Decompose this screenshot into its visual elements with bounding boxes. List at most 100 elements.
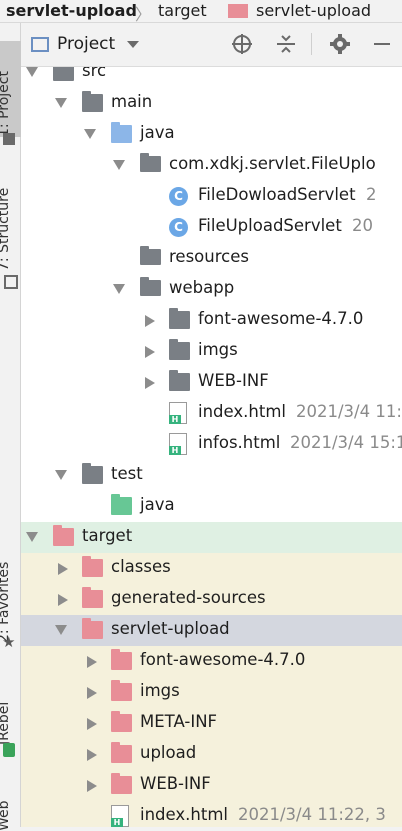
tree-row-label: webapp <box>169 278 235 297</box>
toolbar-divider <box>311 33 312 55</box>
tree-row[interactable]: servlet-upload <box>21 615 402 646</box>
project-tree: src main java com.xdkj.servlet.FileUplo C Fil… <box>21 67 402 827</box>
view-selector[interactable]: Project <box>31 31 171 57</box>
tree-row[interactable]: webapp <box>21 274 402 305</box>
project-view-icon <box>31 36 49 52</box>
collapsed-arrow-icon[interactable] <box>145 315 155 327</box>
class-icon: C <box>169 218 188 237</box>
collapse-all-button[interactable] <box>273 31 299 57</box>
tab-web[interactable]: Web <box>0 791 12 831</box>
breadcrumb-servlet-upload[interactable]: servlet-upload <box>256 1 371 20</box>
tool-window-strip: 1: Project 7: Structure 2: Favorites ★ J… <box>0 23 22 831</box>
html-file-icon: H <box>169 402 187 424</box>
tree-row-label: servlet-upload <box>111 619 230 638</box>
tree-row[interactable]: src <box>21 67 402 88</box>
tree-row[interactable]: WEB-INF <box>21 367 402 398</box>
star-icon: ★ <box>2 633 16 651</box>
tree-row[interactable]: Hinfos.html 2021/3/4 15:1 <box>21 429 402 460</box>
breadcrumb-project[interactable]: servlet-upload <box>6 1 137 20</box>
tree-row-label: src <box>82 67 107 80</box>
tree-row-label: test <box>111 464 143 483</box>
tree-row-label: java <box>140 495 175 514</box>
collapsed-arrow-icon[interactable] <box>145 377 155 389</box>
folder-pink-icon <box>111 680 132 701</box>
folder-pink-icon <box>111 711 132 732</box>
gear-icon <box>330 34 350 54</box>
expanded-arrow-icon[interactable] <box>55 470 67 480</box>
project-toolbar: Project <box>21 23 402 67</box>
tree-row[interactable]: com.xdkj.servlet.FileUplo <box>21 150 402 181</box>
tree-row[interactable]: imgs <box>21 336 402 367</box>
tab-structure[interactable]: 7: Structure <box>0 171 12 271</box>
tree-row[interactable]: target <box>21 522 402 553</box>
expanded-arrow-icon[interactable] <box>113 284 125 294</box>
tree-row-label: FileDowloadServlet <box>198 185 356 204</box>
tree-row-label: META-INF <box>140 712 218 731</box>
tree-row[interactable]: generated-sources <box>21 584 402 615</box>
folder-gray-icon <box>169 308 190 329</box>
tree-row-label: generated-sources <box>111 588 266 607</box>
tree-row-label: infos.html <box>198 433 281 452</box>
folder-blue-icon <box>111 122 132 143</box>
tree-row-label: imgs <box>140 681 180 700</box>
tree-row[interactable]: java <box>21 119 402 150</box>
minimize-icon <box>374 43 390 45</box>
tree-row[interactable]: Hindex.html 2021/3/4 11:22, 3 <box>21 801 402 827</box>
tree-row-label: font-awesome-4.7.0 <box>140 650 306 669</box>
tree-row-meta: 2 <box>366 185 377 204</box>
tree-row[interactable]: classes <box>21 553 402 584</box>
expanded-arrow-icon[interactable] <box>26 532 38 542</box>
tree-row-label: imgs <box>198 340 238 359</box>
collapsed-arrow-icon[interactable] <box>87 749 97 761</box>
tree-row[interactable]: C FileUploadServlet 20 <box>21 212 402 243</box>
breadcrumb-target[interactable]: target <box>158 1 207 20</box>
tree-row-label: upload <box>140 743 197 762</box>
collapsed-arrow-icon[interactable] <box>87 656 97 668</box>
tree-row-meta: 2021/3/4 11:22, 3 <box>238 805 386 824</box>
tree-row[interactable]: font-awesome-4.7.0 <box>21 646 402 677</box>
tree-row[interactable]: Hindex.html 2021/3/4 11:2 <box>21 398 402 429</box>
tree-row[interactable]: META-INF <box>21 708 402 739</box>
expanded-arrow-icon[interactable] <box>26 67 38 77</box>
collapsed-arrow-icon[interactable] <box>87 687 97 699</box>
folder-gray-icon <box>53 67 74 81</box>
minimize-button[interactable] <box>369 31 395 57</box>
tree-row[interactable]: imgs <box>21 677 402 708</box>
web-folder-icon <box>140 277 161 296</box>
tree-row[interactable]: C FileDowloadServlet 2 <box>21 181 402 212</box>
collapsed-arrow-icon[interactable] <box>87 718 97 730</box>
tab-favorites[interactable]: 2: Favorites <box>0 533 12 643</box>
collapsed-arrow-icon[interactable] <box>58 563 68 575</box>
expanded-arrow-icon[interactable] <box>84 129 96 139</box>
expanded-arrow-icon[interactable] <box>55 625 67 635</box>
tree-row-label: java <box>140 123 175 142</box>
tree-row-label: com.xdkj.servlet.FileUplo <box>169 154 376 173</box>
folder-pink-icon <box>111 649 132 670</box>
folder-icon <box>3 133 15 145</box>
collapsed-arrow-icon[interactable] <box>145 346 155 358</box>
tree-row[interactable]: test <box>21 460 402 491</box>
tree-row[interactable]: font-awesome-4.7.0 <box>21 305 402 336</box>
tab-jrebel[interactable]: JRebel <box>0 683 12 745</box>
collapse-all-icon <box>277 35 295 53</box>
tree-row[interactable]: upload <box>21 739 402 770</box>
tree-row[interactable]: resources <box>21 243 402 274</box>
tree-row-label: WEB-INF <box>198 371 269 390</box>
tree-row[interactable]: main <box>21 88 402 119</box>
settings-button[interactable] <box>327 31 353 57</box>
tree-row-label: index.html <box>198 402 286 421</box>
expanded-arrow-icon[interactable] <box>113 160 125 170</box>
tree-row[interactable]: WEB-INF <box>21 770 402 801</box>
tree-row-label: classes <box>111 557 171 576</box>
folder-gray-icon <box>169 370 190 391</box>
structure-icon <box>4 275 18 289</box>
collapsed-arrow-icon[interactable] <box>87 780 97 792</box>
expanded-arrow-icon[interactable] <box>55 98 67 108</box>
html-file-icon: H <box>169 433 187 455</box>
tree-row-meta: 20 <box>352 216 373 235</box>
view-selector-label: Project <box>57 34 116 54</box>
tree-row[interactable]: java <box>21 491 402 522</box>
collapsed-arrow-icon[interactable] <box>58 594 68 606</box>
tab-project[interactable]: 1: Project <box>0 41 22 137</box>
locate-button[interactable] <box>229 31 255 57</box>
